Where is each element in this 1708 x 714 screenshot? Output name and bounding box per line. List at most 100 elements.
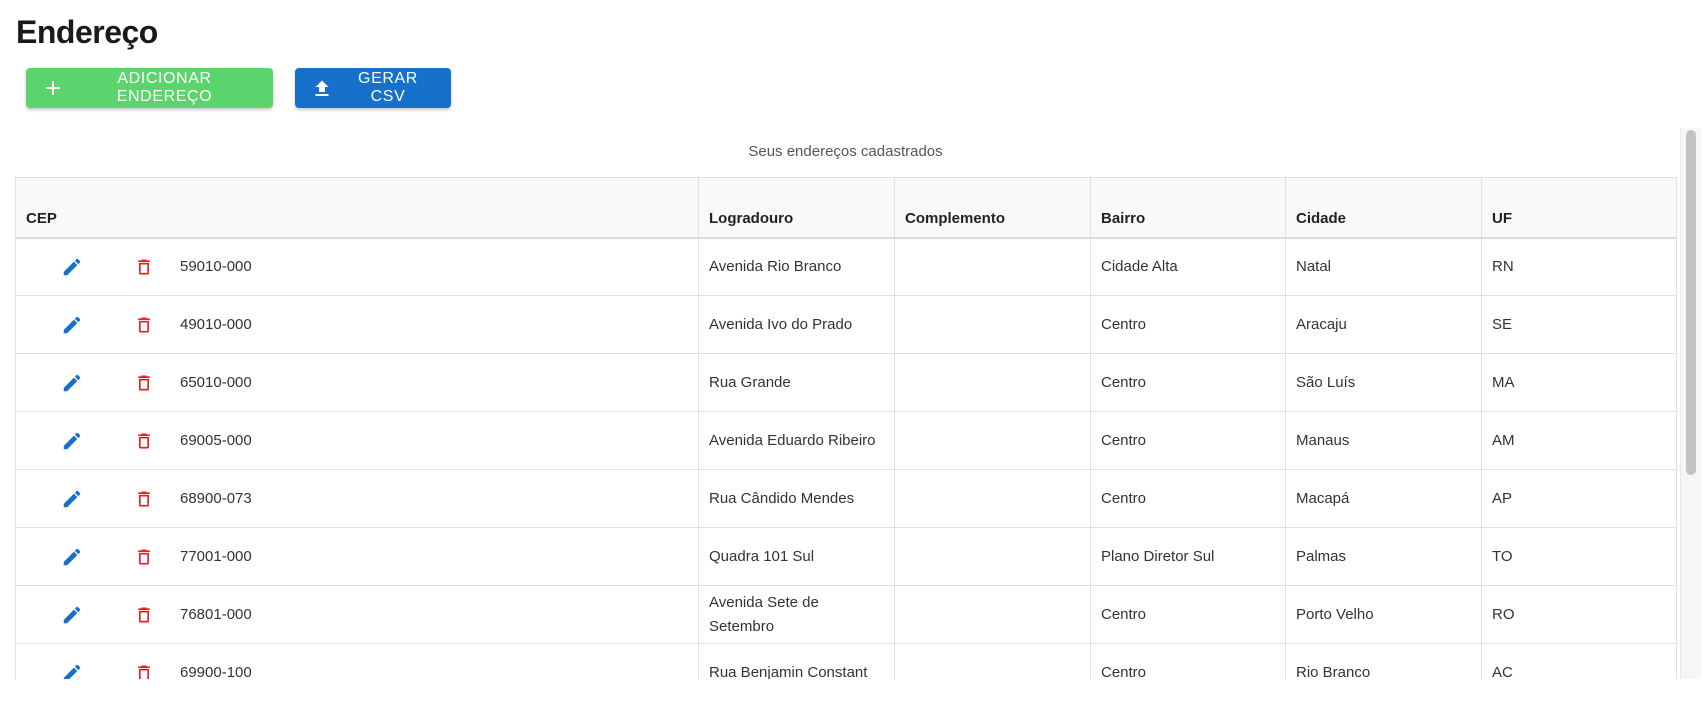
cep-value: 59010-000: [180, 257, 252, 275]
cidade-cell: Palmas: [1285, 527, 1482, 586]
column-header-complemento: Complemento: [894, 177, 1091, 239]
cidade-cell: Manaus: [1285, 411, 1482, 470]
table-row: 76801-000 Avenida Sete de Setembro Centr…: [15, 585, 1677, 644]
delete-button[interactable]: [132, 371, 156, 395]
table-row: 69900-100 Rua Benjamin Constant Centro R…: [15, 643, 1677, 680]
table-row: 49010-000 Avenida Ivo do Prado Centro Ar…: [15, 295, 1677, 354]
column-header-uf: UF: [1481, 177, 1677, 239]
pencil-icon: [63, 548, 81, 565]
logradouro-cell: Rua Benjamin Constant: [698, 643, 895, 679]
logradouro-cell: Avenida Ivo do Prado: [698, 295, 895, 354]
pencil-icon: [63, 258, 81, 275]
cidade-cell: Rio Branco: [1285, 643, 1482, 679]
complemento-cell: [894, 353, 1091, 412]
cidade-cell: Aracaju: [1285, 295, 1482, 354]
bairro-cell: Centro: [1090, 353, 1286, 412]
trash-icon: [138, 491, 150, 506]
table-row: 65010-000 Rua Grande Centro São Luís MA: [15, 353, 1677, 412]
cep-value: 49010-000: [180, 315, 252, 333]
complemento-cell: [894, 411, 1091, 470]
edit-button[interactable]: [60, 545, 84, 569]
uf-cell: TO: [1481, 527, 1677, 586]
cep-value: 65010-000: [180, 373, 252, 391]
bairro-cell: Centro: [1090, 469, 1286, 528]
address-table-container: Seus endereços cadastrados CEP Logradour…: [15, 128, 1701, 679]
complemento-cell: [894, 527, 1091, 586]
delete-button[interactable]: [132, 545, 156, 569]
table-caption: Seus endereços cadastrados: [748, 143, 943, 160]
edit-button[interactable]: [60, 603, 84, 627]
plus-icon: [44, 79, 62, 97]
cidade-cell: Macapá: [1285, 469, 1482, 528]
generate-csv-button[interactable]: GERAR CSV: [295, 68, 451, 108]
column-header-logradouro: Logradouro: [698, 177, 895, 239]
complemento-cell: [894, 585, 1091, 644]
table-row: 68900-073 Rua Cândido Mendes Centro Maca…: [15, 469, 1677, 528]
trash-icon: [138, 375, 150, 390]
pencil-icon: [63, 432, 81, 449]
delete-button[interactable]: [132, 255, 156, 279]
column-header-cep: CEP: [15, 177, 699, 239]
cep-value: 69005-000: [180, 431, 252, 449]
logradouro-cell: Quadra 101 Sul: [698, 527, 895, 586]
bairro-cell: Centro: [1090, 411, 1286, 470]
trash-icon: [138, 433, 150, 448]
bairro-cell: Centro: [1090, 643, 1286, 679]
delete-button[interactable]: [132, 487, 156, 511]
cep-value: 68900-073: [180, 489, 252, 507]
uf-cell: AC: [1481, 643, 1677, 679]
edit-button[interactable]: [60, 661, 84, 679]
upload-icon: [313, 79, 331, 97]
edit-button[interactable]: [60, 429, 84, 453]
trash-icon: [138, 607, 150, 622]
uf-cell: RN: [1481, 237, 1677, 296]
uf-cell: AP: [1481, 469, 1677, 528]
complemento-cell: [894, 643, 1091, 679]
add-address-button[interactable]: ADICIONAR ENDEREÇO: [26, 68, 273, 108]
cep-value: 77001-000: [180, 547, 252, 565]
delete-button[interactable]: [132, 603, 156, 627]
bairro-cell: Centro: [1090, 585, 1286, 644]
pencil-icon: [63, 606, 81, 623]
trash-icon: [138, 549, 150, 564]
column-header-bairro: Bairro: [1090, 177, 1286, 239]
edit-button[interactable]: [60, 371, 84, 395]
logradouro-cell: Avenida Sete de Setembro: [698, 585, 895, 644]
column-header-cidade: Cidade: [1285, 177, 1482, 239]
uf-cell: SE: [1481, 295, 1677, 354]
logradouro-cell: Rua Cândido Mendes: [698, 469, 895, 528]
edit-button[interactable]: [60, 313, 84, 337]
table-row: 77001-000 Quadra 101 Sul Plano Diretor S…: [15, 527, 1677, 586]
scrollbar-thumb[interactable]: [1686, 130, 1696, 475]
logradouro-cell: Avenida Eduardo Ribeiro: [698, 411, 895, 470]
delete-button[interactable]: [132, 313, 156, 337]
complemento-cell: [894, 295, 1091, 354]
edit-button[interactable]: [60, 255, 84, 279]
logradouro-cell: Rua Grande: [698, 353, 895, 412]
cep-value: 76801-000: [180, 605, 252, 623]
table-row: 59010-000 Avenida Rio Branco Cidade Alta…: [15, 237, 1677, 296]
pencil-icon: [63, 490, 81, 507]
uf-cell: MA: [1481, 353, 1677, 412]
pencil-icon: [63, 374, 81, 391]
uf-cell: RO: [1481, 585, 1677, 644]
cep-value: 69900-100: [180, 663, 252, 680]
bairro-cell: Centro: [1090, 295, 1286, 354]
table-row: 69005-000 Avenida Eduardo Ribeiro Centro…: [15, 411, 1677, 470]
delete-button[interactable]: [132, 661, 156, 679]
delete-button[interactable]: [132, 429, 156, 453]
logradouro-cell: Avenida Rio Branco: [698, 237, 895, 296]
generate-csv-label: GERAR CSV: [358, 70, 418, 105]
cidade-cell: Natal: [1285, 237, 1482, 296]
trash-icon: [138, 317, 150, 332]
pencil-icon: [63, 316, 81, 333]
vertical-scrollbar[interactable]: [1680, 128, 1701, 679]
cidade-cell: Porto Velho: [1285, 585, 1482, 644]
table-header-row: CEP Logradouro Complemento Bairro Cidade…: [15, 177, 1677, 239]
trash-icon: [138, 665, 150, 679]
bairro-cell: Plano Diretor Sul: [1090, 527, 1286, 586]
edit-button[interactable]: [60, 487, 84, 511]
cidade-cell: São Luís: [1285, 353, 1482, 412]
bairro-cell: Cidade Alta: [1090, 237, 1286, 296]
page-title: Endereço: [16, 14, 158, 50]
